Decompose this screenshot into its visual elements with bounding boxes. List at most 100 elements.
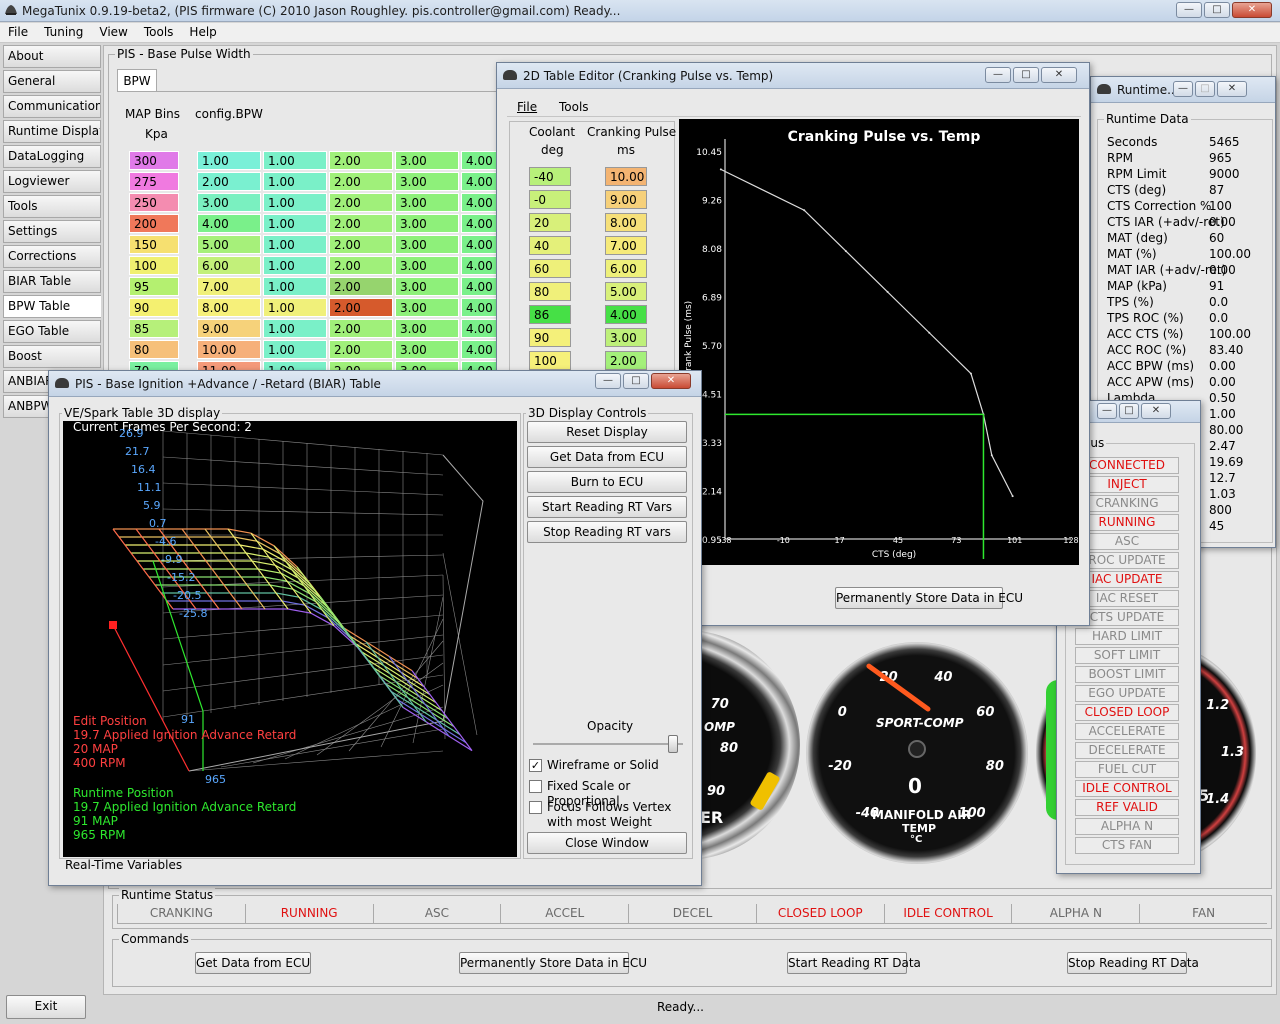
bpw-cell[interactable]: 1.00 xyxy=(263,319,327,338)
bpw-cell[interactable]: 3.00 xyxy=(395,277,459,296)
pulse-cell[interactable]: 10.00 xyxy=(605,167,647,186)
pulse-cell[interactable]: 4.00 xyxy=(605,305,647,324)
left-tab-about[interactable]: About xyxy=(3,45,101,68)
biar-close-button[interactable]: ✕ xyxy=(651,373,691,389)
bpw-cell[interactable]: 2.00 xyxy=(329,235,393,254)
left-tab-settings[interactable]: Settings xyxy=(3,220,101,243)
close-button[interactable]: ✕ xyxy=(1232,2,1272,18)
checkbox-0[interactable]: ✓ xyxy=(529,759,542,772)
bpw-cell[interactable]: 2.00 xyxy=(329,151,393,170)
pulse-cell[interactable]: 2.00 xyxy=(605,351,647,370)
bpw-cell[interactable]: 5.00 xyxy=(197,235,261,254)
bpw-cell[interactable]: 3.00 xyxy=(395,172,459,191)
checkbox-2[interactable] xyxy=(529,801,542,814)
bpw-cell[interactable]: 2.00 xyxy=(329,298,393,317)
bpw-cell[interactable]: 8.00 xyxy=(197,298,261,317)
left-tab-bpw-table[interactable]: BPW Table xyxy=(3,295,101,318)
editor-store-button[interactable]: Permanently Store Data in ECU xyxy=(835,587,1023,609)
menu-tuning[interactable]: Tuning xyxy=(36,23,91,42)
bpw-cell[interactable]: 1.00 xyxy=(263,235,327,254)
map-bin-cell[interactable]: 300 xyxy=(129,151,179,170)
bpw-cell[interactable]: 3.00 xyxy=(395,256,459,275)
stop-rt-vars-button[interactable]: Stop Reading RT vars xyxy=(527,521,687,543)
biar-max-button[interactable]: □ xyxy=(623,373,649,389)
bpw-cell[interactable]: 1.00 xyxy=(263,151,327,170)
bpw-cell[interactable]: 3.00 xyxy=(395,151,459,170)
runtime-close-button[interactable]: ✕ xyxy=(1217,81,1247,97)
bpw-cell[interactable]: 4.00 xyxy=(197,214,261,233)
coolant-cell[interactable]: 90 xyxy=(529,328,571,347)
bpw-cell[interactable]: 1.00 xyxy=(263,172,327,191)
bpw-cell[interactable]: 10.00 xyxy=(197,340,261,359)
bpw-cell[interactable]: 9.00 xyxy=(197,319,261,338)
biar-min-button[interactable]: — xyxy=(595,373,621,389)
opacity-slider-handle[interactable] xyxy=(667,735,678,753)
bpw-cell[interactable]: 3.00 xyxy=(395,340,459,359)
minimize-button[interactable]: — xyxy=(1176,2,1202,18)
bpw-cell[interactable]: 3.00 xyxy=(395,235,459,254)
bpw-cell[interactable]: 1.00 xyxy=(263,298,327,317)
coolant-cell[interactable]: 80 xyxy=(529,282,571,301)
pulse-cell[interactable]: 7.00 xyxy=(605,236,647,255)
reset-display-button[interactable]: Reset Display xyxy=(527,421,687,443)
bpw-cell[interactable]: 2.00 xyxy=(329,340,393,359)
bpw-cell[interactable]: 1.00 xyxy=(263,256,327,275)
checkbox-1[interactable] xyxy=(529,780,542,793)
bpw-cell[interactable]: 2.00 xyxy=(329,256,393,275)
left-tab-general[interactable]: General xyxy=(3,70,101,93)
pulse-cell[interactable]: 8.00 xyxy=(605,213,647,232)
bpw-cell[interactable]: 3.00 xyxy=(395,193,459,212)
biar-get-data-button[interactable]: Get Data from ECU xyxy=(527,446,687,468)
bpw-cell[interactable]: 1.00 xyxy=(263,214,327,233)
map-bin-cell[interactable]: 90 xyxy=(129,298,179,317)
editor-menu-file[interactable]: File xyxy=(517,100,537,114)
bpw-cell[interactable]: 3.00 xyxy=(395,214,459,233)
runtime-min-button[interactable]: — xyxy=(1173,81,1193,97)
status-close-button[interactable]: ✕ xyxy=(1141,403,1171,419)
get-data-ecu-button[interactable]: Get Data from ECU xyxy=(195,952,311,974)
bpw-cell[interactable]: 3.00 xyxy=(197,193,261,212)
status-min-button[interactable]: — xyxy=(1097,403,1117,419)
bpw-cell[interactable]: 2.00 xyxy=(329,214,393,233)
map-bin-cell[interactable]: 95 xyxy=(129,277,179,296)
bpw-cell[interactable]: 6.00 xyxy=(197,256,261,275)
left-tab-datalogging[interactable]: DataLogging xyxy=(3,145,101,168)
bpw-cell[interactable]: 2.00 xyxy=(329,319,393,338)
editor-min-button[interactable]: — xyxy=(985,67,1011,83)
coolant-cell[interactable]: 86 xyxy=(529,305,571,324)
editor-max-button[interactable]: □ xyxy=(1013,67,1039,83)
left-tab-corrections[interactable]: Corrections xyxy=(3,245,101,268)
start-rt-vars-button[interactable]: Start Reading RT Vars xyxy=(527,496,687,518)
bpw-cell[interactable]: 1.00 xyxy=(263,277,327,296)
left-tab-logviewer[interactable]: Logviewer xyxy=(3,170,101,193)
status-max-button[interactable]: □ xyxy=(1119,403,1139,419)
left-tab-tools[interactable]: Tools xyxy=(3,195,101,218)
coolant-cell[interactable]: 40 xyxy=(529,236,571,255)
menu-help[interactable]: Help xyxy=(181,23,224,42)
bpw-cell[interactable]: 1.00 xyxy=(263,193,327,212)
left-tab-runtime-display[interactable]: Runtime Display xyxy=(3,120,101,143)
map-bin-cell[interactable]: 100 xyxy=(129,256,179,275)
tab-bpw[interactable]: BPW xyxy=(117,69,157,91)
left-tab-biar-table[interactable]: BIAR Table xyxy=(3,270,101,293)
menu-view[interactable]: View xyxy=(91,23,135,42)
map-bin-cell[interactable]: 275 xyxy=(129,172,179,191)
map-bin-cell[interactable]: 200 xyxy=(129,214,179,233)
coolant-cell[interactable]: 100 xyxy=(529,351,571,370)
pulse-cell[interactable]: 9.00 xyxy=(605,190,647,209)
close-window-button[interactable]: Close Window xyxy=(527,832,687,854)
map-bin-cell[interactable]: 150 xyxy=(129,235,179,254)
opacity-slider[interactable] xyxy=(533,743,683,745)
left-tab-ego-table[interactable]: EGO Table xyxy=(3,320,101,343)
coolant-cell[interactable]: -40 xyxy=(529,167,571,186)
exit-button[interactable]: Exit xyxy=(6,995,86,1019)
map-bin-cell[interactable]: 85 xyxy=(129,319,179,338)
map-bin-cell[interactable]: 250 xyxy=(129,193,179,212)
bpw-cell[interactable]: 2.00 xyxy=(197,172,261,191)
map-bin-cell[interactable]: 80 xyxy=(129,340,179,359)
bpw-cell[interactable]: 7.00 xyxy=(197,277,261,296)
bpw-cell[interactable]: 1.00 xyxy=(197,151,261,170)
bpw-cell[interactable]: 2.00 xyxy=(329,277,393,296)
bpw-cell[interactable]: 2.00 xyxy=(329,172,393,191)
pulse-cell[interactable]: 6.00 xyxy=(605,259,647,278)
